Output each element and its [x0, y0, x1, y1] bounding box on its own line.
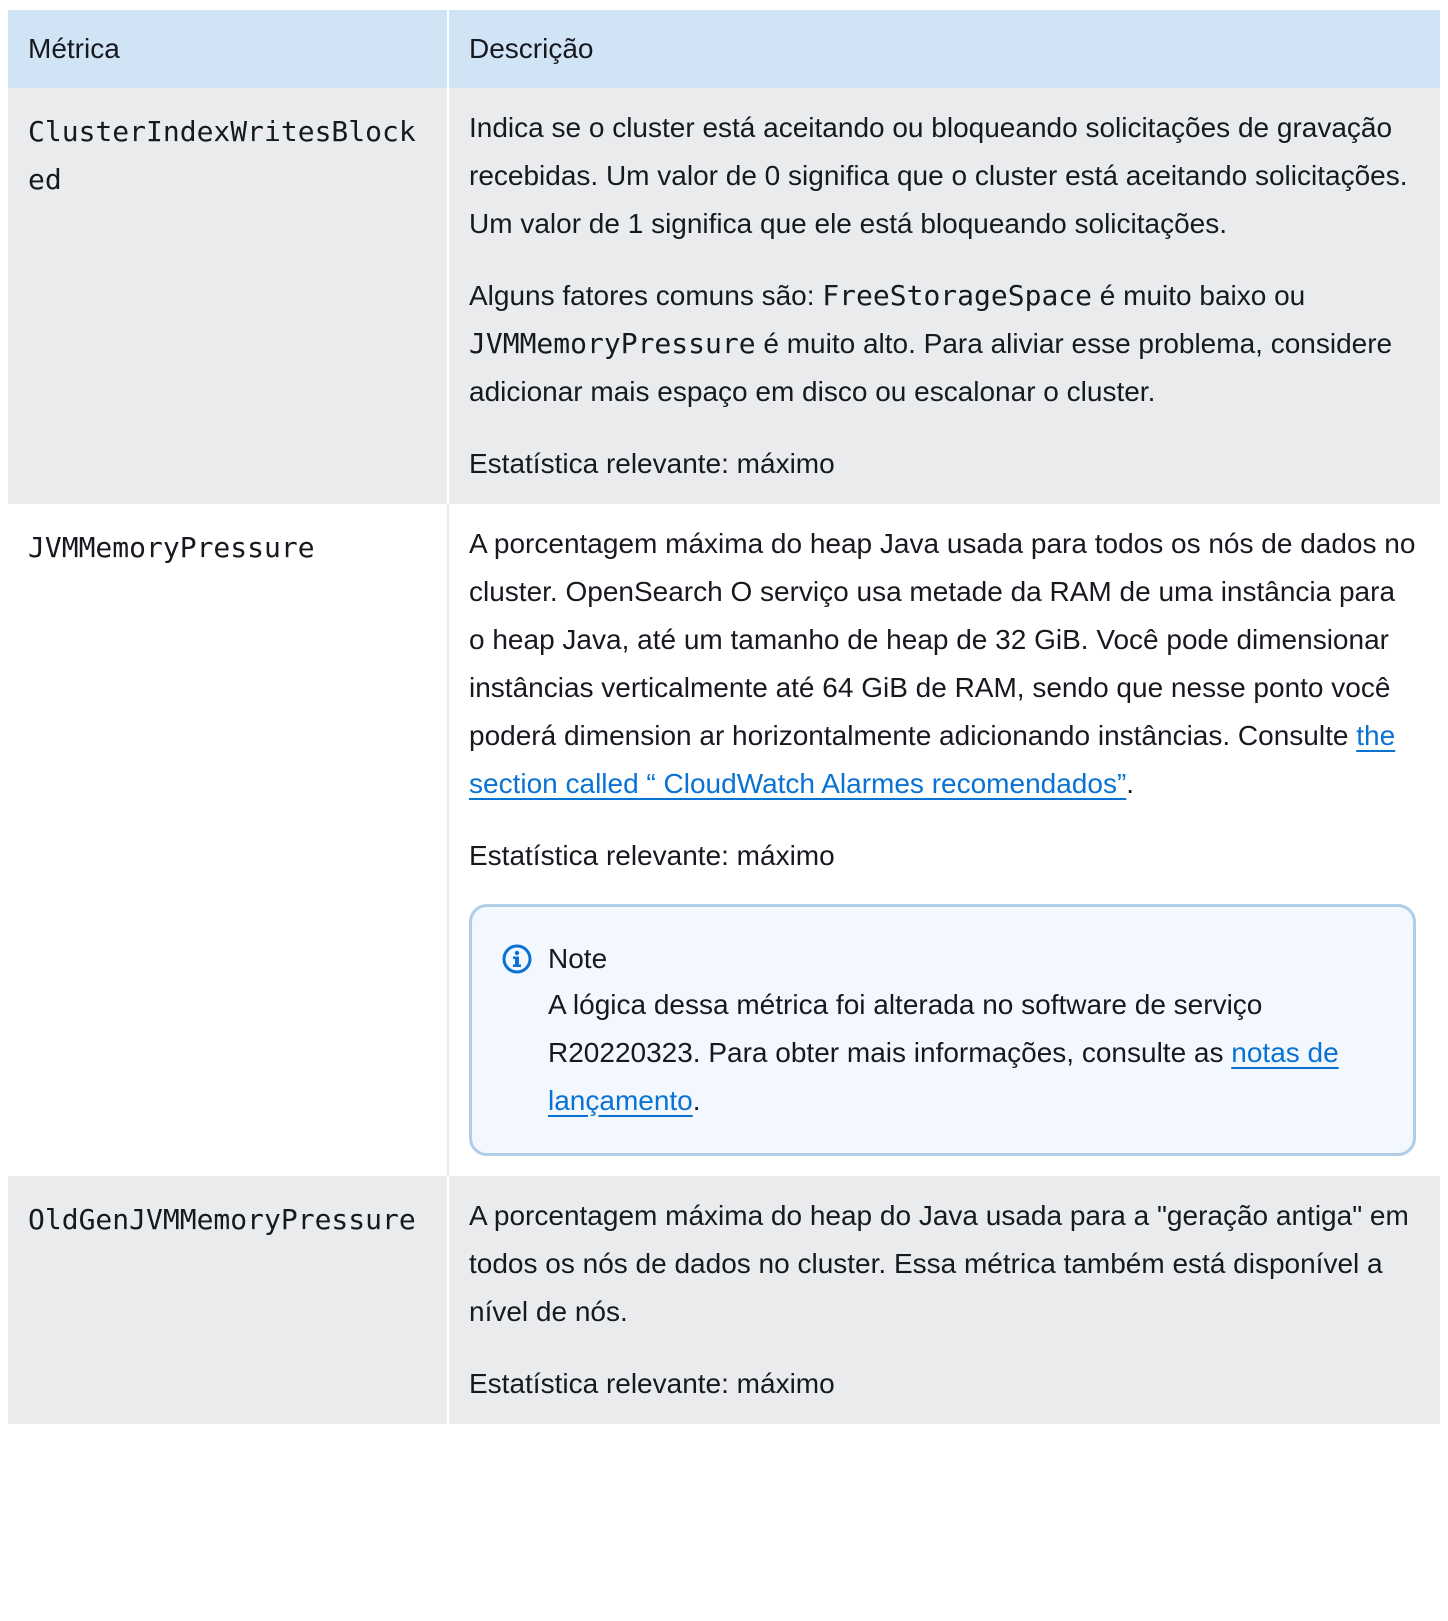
note-body: A lógica dessa métrica foi alterada no s…: [502, 981, 1383, 1125]
table-row: ClusterIndexWritesBlocked Indica se o cl…: [8, 88, 1440, 504]
text-fragment: .: [692, 1085, 701, 1116]
code-jvm-memory-pressure: JVMMemoryPressure: [469, 327, 756, 360]
metric-description: A porcentagem máxima do heap Java usada …: [448, 504, 1440, 1176]
metric-name-old-gen-jvm-memory-pressure: OldGenJVMMemoryPressure: [8, 1176, 449, 1424]
metric-description: A porcentagem máxima do heap do Java usa…: [448, 1176, 1440, 1424]
text-fragment: A porcentagem máxima do heap Java usada …: [469, 528, 1416, 751]
text-fragment: .: [1126, 768, 1135, 799]
relevant-statistic: Estatística relevante: máximo: [469, 448, 835, 479]
relevant-statistic: Estatística relevante: máximo: [469, 1368, 835, 1399]
table-header-row: Métrica Descrição: [8, 10, 1440, 88]
info-icon: [502, 944, 532, 974]
metric-description: Indica se o cluster está aceitando ou bl…: [448, 88, 1440, 504]
code-free-storage-space: FreeStorageSpace: [822, 279, 1093, 312]
metric-name-cluster-index-writes-blocked: ClusterIndexWritesBlocked: [8, 88, 449, 504]
table-row: JVMMemoryPressure A porcentagem máxima d…: [8, 504, 1440, 1176]
text-fragment: Alguns fatores comuns são:: [469, 280, 823, 311]
description-paragraph-factors: Alguns fatores comuns são: FreeStorageSp…: [469, 272, 1416, 416]
description-paragraph: A porcentagem máxima do heap Java usada …: [469, 520, 1416, 808]
text-fragment: A lógica dessa métrica foi alterada no s…: [548, 989, 1263, 1068]
table-row: OldGenJVMMemoryPressure A porcentagem má…: [8, 1176, 1440, 1424]
note-callout: Note A lógica dessa métrica foi alterada…: [469, 904, 1416, 1156]
relevant-statistic: Estatística relevante: máximo: [469, 840, 835, 871]
column-header-metric: Métrica: [8, 10, 448, 88]
metric-name-jvm-memory-pressure: JVMMemoryPressure: [8, 504, 449, 1176]
metrics-table: Métrica Descrição ClusterIndexWritesBloc…: [8, 10, 1440, 1424]
text-fragment: é muito baixo ou: [1092, 280, 1306, 311]
description-paragraph: A porcentagem máxima do heap do Java usa…: [469, 1200, 1409, 1327]
note-title: Note: [548, 943, 608, 974]
note-header: Note: [502, 937, 1383, 981]
column-header-description: Descrição: [447, 10, 1440, 88]
description-paragraph: Indica se o cluster está aceitando ou bl…: [469, 112, 1408, 239]
